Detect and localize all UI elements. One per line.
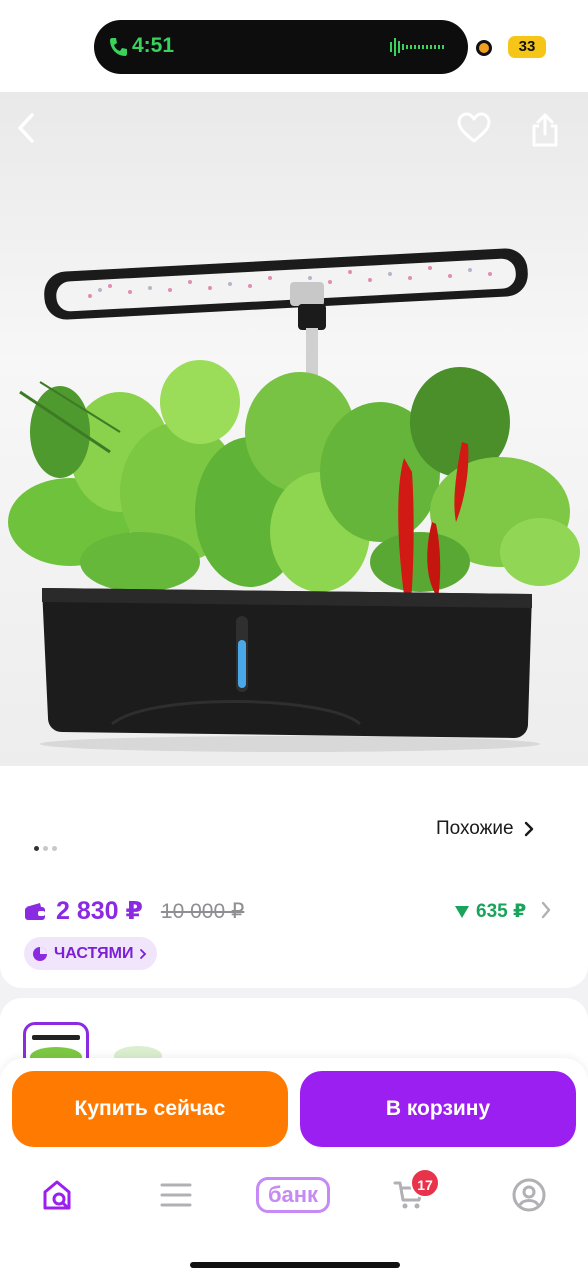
back-button[interactable] <box>14 112 58 156</box>
dynamic-island[interactable]: 4:51 <box>94 20 468 74</box>
favorite-button[interactable] <box>456 112 500 156</box>
similar-link[interactable]: Похожие <box>436 818 534 840</box>
pie-chart-icon <box>33 946 47 961</box>
waveform-icon <box>390 38 444 56</box>
heart-icon <box>457 112 491 143</box>
cart-count-badge: 17 <box>410 1168 440 1198</box>
pagination-dot <box>52 846 57 851</box>
triangle-down-icon <box>455 905 469 918</box>
status-bar: 4:51 33 <box>0 0 588 92</box>
call-timer: 4:51 <box>132 34 175 57</box>
battery-indicator: 33 <box>508 36 546 58</box>
profile-icon <box>512 1178 546 1212</box>
similar-label: Похожие <box>436 818 514 839</box>
product-image[interactable] <box>0 92 588 766</box>
phone-icon <box>110 38 127 56</box>
product-page: 4:51 33 Похожие 2 830 ₽ 10 000 ₽ 635 ₽ Ч… <box>0 0 588 1280</box>
recording-dot-icon <box>476 40 492 56</box>
installments-label: ЧАСТЯМИ <box>54 944 134 962</box>
tab-catalog[interactable] <box>151 1172 201 1218</box>
tab-home[interactable] <box>34 1172 84 1218</box>
chevron-right-icon <box>140 948 147 959</box>
pagination-dot <box>34 846 39 851</box>
tab-profile[interactable] <box>504 1172 554 1218</box>
price-row: 2 830 ₽ 10 000 ₽ <box>24 896 244 926</box>
price-old: 10 000 ₽ <box>160 899 245 923</box>
bonus-points[interactable]: 635 ₽ <box>454 900 526 923</box>
add-to-cart-button[interactable]: В корзину <box>300 1071 576 1147</box>
home-search-icon <box>43 1180 71 1210</box>
price-current: 2 830 ₽ <box>56 897 143 925</box>
chevron-right-icon <box>524 821 533 837</box>
menu-icon <box>160 1183 192 1207</box>
home-indicator <box>190 1262 400 1268</box>
buy-now-button[interactable]: Купить сейчас <box>12 1071 288 1147</box>
pagination-dot <box>43 846 48 851</box>
chevron-right-icon[interactable] <box>540 900 552 920</box>
bonus-amount: 635 ₽ <box>476 901 527 922</box>
indoor-garden-illustration <box>8 248 580 752</box>
installments-badge[interactable]: ЧАСТЯМИ <box>24 937 158 970</box>
tab-bank[interactable]: банк <box>256 1177 330 1213</box>
wallet-icon <box>25 903 45 920</box>
chevron-left-icon <box>18 113 34 143</box>
share-button[interactable] <box>530 112 574 156</box>
share-icon <box>532 113 558 147</box>
gallery-pagination <box>34 838 61 856</box>
